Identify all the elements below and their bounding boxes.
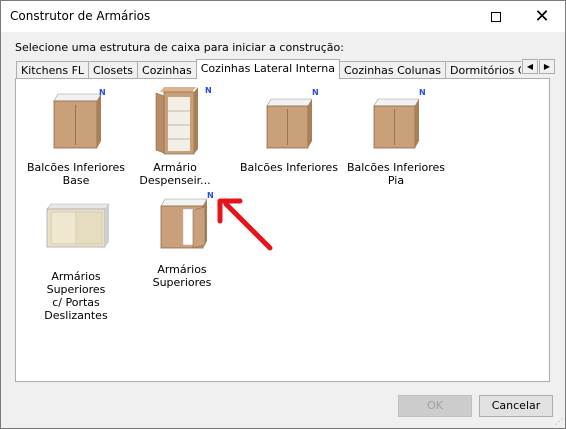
- instruction-label: Selecione uma estrutura de caixa para in…: [15, 41, 344, 54]
- tab-kitchens-fl[interactable]: Kitchens FL: [16, 61, 90, 79]
- cabinet-list-panel: N Balcões Inferiores Base N Armário Desp…: [15, 78, 550, 382]
- tab-closets[interactable]: Closets: [88, 61, 139, 79]
- close-icon: ✕: [534, 5, 550, 27]
- cabinet-item-label: Balcões Inferiores Pia: [346, 161, 446, 187]
- close-button[interactable]: ✕: [519, 1, 565, 32]
- resize-grip-icon[interactable]: ⋰: [555, 417, 563, 426]
- category-tabs: Kitchens FL Closets Cozinhas Cozinhas La…: [16, 59, 521, 79]
- cabinet-builder-window: Construtor de Armários ✕ Selecione uma e…: [0, 0, 566, 429]
- tab-scroll-right-button[interactable]: ▶: [539, 59, 555, 74]
- annotation-arrow-icon: [217, 198, 273, 251]
- pantry-cabinet-icon: N: [120, 86, 230, 159]
- sink-cabinet-icon: N: [341, 87, 451, 159]
- maximize-button[interactable]: [473, 1, 519, 32]
- cabinet-item-label: Balcões Inferiores Base: [26, 161, 126, 187]
- cabinet-item-label: Armários Superiores: [152, 263, 212, 289]
- tab-dormitorios-colunas[interactable]: Dormitórios Colunas: [445, 61, 521, 79]
- cabinet-item-label: Balcões Inferiores: [239, 161, 339, 174]
- cabinet-item[interactable]: Armários Superiores c/ Portas Deslizante…: [21, 196, 131, 322]
- cancel-button[interactable]: Cancelar: [479, 395, 553, 417]
- cabinet-item[interactable]: N Balcões Inferiores: [234, 87, 344, 174]
- tab-scroll-left-button[interactable]: ◀: [522, 59, 538, 74]
- cabinet-item[interactable]: N Balcões Inferiores Pia: [341, 87, 451, 187]
- arrow-left-icon: ◀: [526, 62, 534, 71]
- base-cabinet-icon: N: [21, 87, 131, 159]
- cabinet-item-label: Armários Superiores c/ Portas Deslizante…: [44, 270, 108, 322]
- maximize-icon: [491, 11, 501, 22]
- tab-scroll-controls: ◀ ▶: [522, 59, 556, 74]
- new-badge: N: [419, 88, 426, 97]
- tab-cozinhas-colunas[interactable]: Cozinhas Colunas: [338, 61, 447, 79]
- new-badge: N: [312, 88, 319, 97]
- tab-cozinhas-lateral-interna[interactable]: Cozinhas Lateral Interna: [195, 59, 340, 79]
- ok-button[interactable]: OK: [398, 395, 472, 417]
- new-badge: N: [205, 86, 212, 95]
- cabinet-item[interactable]: N Armário Despenseir...: [120, 86, 230, 187]
- new-badge: N: [99, 88, 106, 97]
- title-bar: Construtor de Armários ✕: [1, 1, 565, 32]
- window-title: Construtor de Armários: [10, 9, 151, 23]
- tab-cozinhas[interactable]: Cozinhas: [137, 61, 197, 79]
- cabinet-item[interactable]: N Balcões Inferiores Base: [21, 87, 131, 187]
- cabinet-item-label: Armário Despenseir...: [139, 161, 211, 187]
- lower-cabinet-icon: N: [234, 87, 344, 159]
- arrow-right-icon: ▶: [543, 62, 551, 71]
- sliding-door-cabinet-icon: [21, 196, 131, 268]
